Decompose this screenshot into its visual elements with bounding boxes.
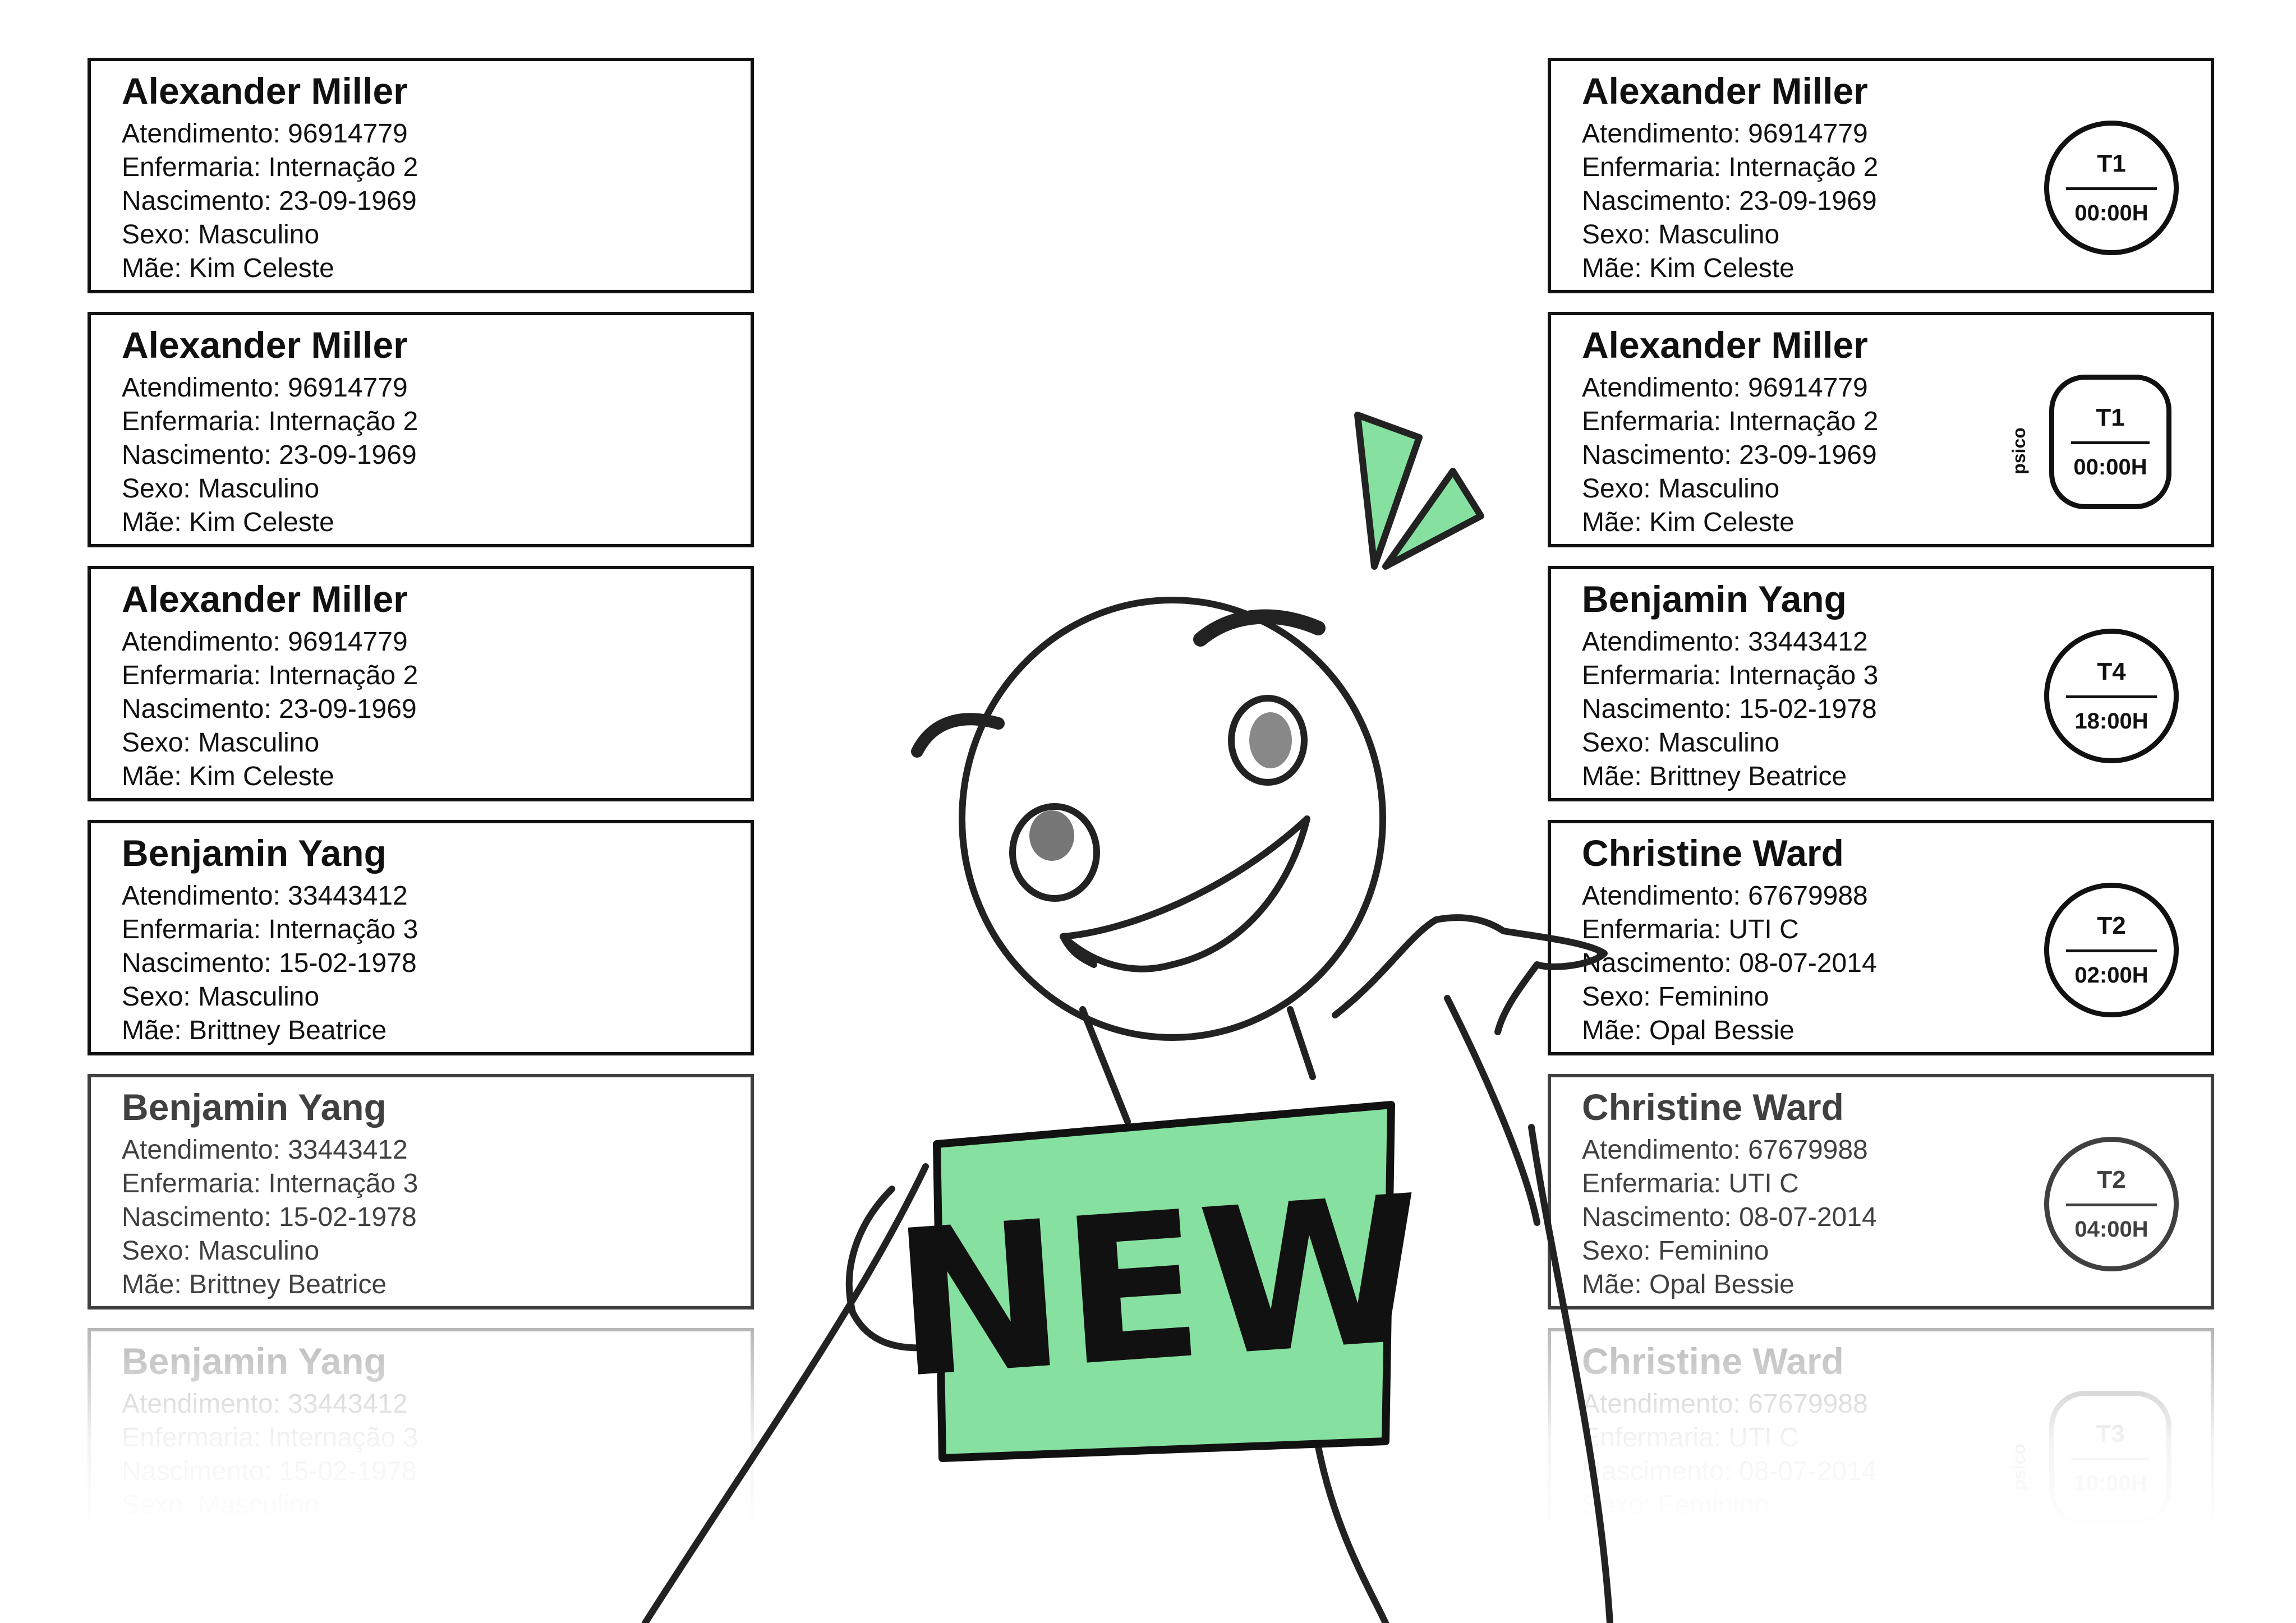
- atendimento-text: Atendimento: 33443412: [122, 1389, 408, 1419]
- badge-divider: [2066, 187, 2157, 190]
- sexo-text: Sexo: Masculino: [122, 1236, 320, 1266]
- patient-name: Benjamin Yang: [122, 1340, 386, 1382]
- sign-text: NEW: [887, 1152, 1432, 1423]
- patient-name: Benjamin Yang: [122, 1086, 386, 1128]
- shift-time: 18:00H: [2074, 709, 2148, 734]
- nascimento-text: Nascimento: 23-09-1969: [122, 186, 417, 216]
- badge-divider: [2071, 1458, 2150, 1460]
- psico-label: psico: [2009, 427, 2030, 474]
- nascimento-text: Nascimento: 23-09-1969: [122, 440, 417, 470]
- shift-time-badge[interactable]: T4 18:00H: [2044, 629, 2179, 763]
- shift-label: T2: [2097, 1166, 2126, 1193]
- patient-name: Alexander Miller: [1582, 324, 1868, 366]
- mae-text: Mãe: Brittney Beatrice: [122, 1524, 387, 1553]
- atendimento-text: Atendimento: 96914779: [122, 119, 408, 149]
- sexo-text: Sexo: Masculino: [122, 220, 320, 250]
- sexo-text: Sexo: Masculino: [122, 1490, 320, 1520]
- nascimento-text: Nascimento: 23-09-1969: [122, 694, 417, 724]
- patient-name: Alexander Miller: [122, 324, 408, 366]
- nascimento-text: Nascimento: 23-09-1969: [1582, 186, 1877, 216]
- shift-label: T3: [2096, 1420, 2125, 1447]
- shift-time-badge[interactable]: T2 04:00H: [2044, 1137, 2179, 1271]
- patient-name: Alexander Miller: [122, 578, 408, 620]
- patient-name: Alexander Miller: [122, 70, 408, 112]
- sexo-text: Sexo: Masculino: [122, 982, 320, 1012]
- enfermaria-text: Enfermaria: Internação 2: [122, 153, 418, 182]
- enfermaria-text: Enfermaria: Internação 2: [122, 407, 418, 436]
- shift-time: 10:00H: [2073, 1471, 2147, 1496]
- nascimento-text: Nascimento: 15-02-1978: [122, 1202, 417, 1232]
- shift-time-badge[interactable]: T3 10:00H: [2049, 1391, 2171, 1525]
- shift-label: T2: [2097, 912, 2126, 939]
- badge-divider: [2066, 695, 2157, 698]
- patient-card[interactable]: Alexander Miller Atendimento: 96914779 E…: [88, 58, 754, 293]
- shift-time: 04:00H: [2074, 1217, 2148, 1242]
- atendimento-text: Atendimento: 96914779: [122, 373, 408, 403]
- nascimento-text: Nascimento: 15-02-1978: [122, 948, 417, 978]
- mae-text: Mãe: Kim Celeste: [122, 762, 334, 791]
- sexo-text: Sexo: Masculino: [1582, 220, 1780, 250]
- enfermaria-text: Enfermaria: Internação 2: [122, 661, 418, 690]
- atendimento-text: Atendimento: 33443412: [122, 881, 408, 911]
- shift-label: T4: [2097, 658, 2126, 685]
- badge-divider: [2071, 441, 2150, 444]
- sexo-text: Sexo: Masculino: [122, 728, 320, 758]
- atendimento-text: Atendimento: 96914779: [122, 627, 408, 657]
- shift-label: T1: [2097, 150, 2126, 177]
- sexo-text: Sexo: Masculino: [122, 474, 320, 504]
- mascot-illustration: NEW: [642, 412, 1613, 1623]
- atendimento-text: Atendimento: 96914779: [1582, 119, 1868, 149]
- enfermaria-text: Enfermaria: Internação 3: [122, 1423, 418, 1453]
- patient-card-scheduled[interactable]: Alexander Miller Atendimento: 96914779 E…: [1548, 58, 2214, 293]
- badge-divider: [2066, 1204, 2157, 1206]
- mae-text: Mãe: Brittney Beatrice: [122, 1016, 387, 1045]
- nascimento-text: Nascimento: 15-02-1978: [122, 1456, 417, 1486]
- mae-text: Mãe: Kim Celeste: [1582, 253, 1795, 283]
- shift-time-badge[interactable]: T2 02:00H: [2044, 883, 2179, 1017]
- badge-divider: [2066, 949, 2157, 952]
- shift-time-badge[interactable]: T1 00:00H: [2044, 121, 2179, 255]
- mae-text: Mãe: Brittney Beatrice: [122, 1270, 387, 1299]
- shift-time: 00:00H: [2074, 201, 2148, 225]
- shift-time: 02:00H: [2074, 963, 2148, 988]
- enfermaria-text: Enfermaria: Internação 3: [122, 1169, 418, 1198]
- shift-label: T1: [2096, 404, 2125, 431]
- psico-label: psico: [2009, 1444, 2030, 1491]
- mae-text: Mãe: Kim Celeste: [122, 508, 334, 537]
- patient-name: Benjamin Yang: [122, 832, 386, 874]
- enfermaria-text: Enfermaria: Internação 2: [1582, 153, 1879, 182]
- enfermaria-text: Enfermaria: Internação 3: [122, 915, 418, 944]
- shift-time: 00:00H: [2073, 455, 2147, 479]
- mae-text: Mãe: Kim Celeste: [122, 253, 334, 283]
- atendimento-text: Atendimento: 33443412: [122, 1135, 408, 1165]
- shift-time-badge[interactable]: T1 00:00H: [2049, 375, 2171, 509]
- patient-name: Alexander Miller: [1582, 70, 1868, 112]
